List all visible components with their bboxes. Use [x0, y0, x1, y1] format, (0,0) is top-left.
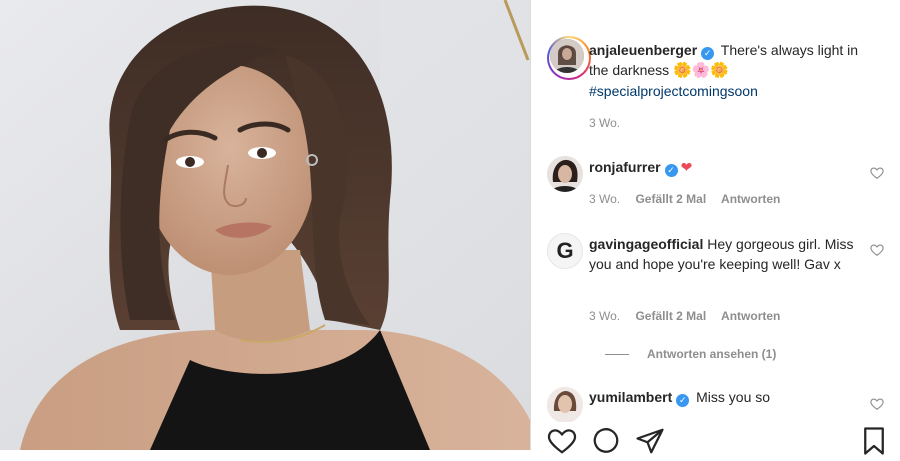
comment-icon[interactable]: [591, 426, 621, 456]
comment-avatar-yumilambert[interactable]: [547, 387, 583, 423]
share-icon[interactable]: [635, 426, 665, 456]
comment-meta: 3 Wo. Gefällt 2 Mal Antworten: [589, 309, 792, 323]
comment-username[interactable]: yumilambert: [589, 389, 672, 405]
comment-avatar-ronjafurrer[interactable]: [547, 156, 583, 192]
comment-text: Miss you so: [696, 389, 771, 405]
comment-avatar-gavingageofficial[interactable]: G: [547, 233, 583, 269]
view-replies-button[interactable]: Antworten ansehen (1): [605, 347, 776, 361]
avatar-letter: G: [556, 238, 574, 263]
verified-badge-icon: ✓: [701, 47, 715, 60]
portrait-image: [0, 0, 530, 450]
post-caption: anjaleuenberger ✓ There's always light in…: [589, 40, 870, 101]
comments-panel: anjaleuenberger ✓ There's always light in…: [531, 0, 900, 450]
comment-likes[interactable]: Gefällt 2 Mal: [635, 309, 706, 323]
heart-icon[interactable]: [547, 426, 577, 456]
comment-reply-button[interactable]: Antworten: [721, 309, 780, 323]
comment-time[interactable]: 3 Wo.: [589, 192, 620, 206]
verified-badge-icon: ✓: [676, 394, 690, 407]
post-time[interactable]: 3 Wo.: [589, 116, 620, 130]
comment-like-heart-icon[interactable]: [870, 397, 884, 411]
caption-hashtag[interactable]: #specialprojectcomingsoon: [589, 83, 758, 99]
bookmark-icon[interactable]: [859, 426, 889, 456]
comment-username[interactable]: ronjafurrer: [589, 159, 661, 175]
view-replies-label: Antworten ansehen (1): [647, 347, 777, 361]
comment-likes[interactable]: Gefällt 2 Mal: [635, 192, 706, 206]
verified-badge-icon: ✓: [664, 164, 678, 177]
comment-like-heart-icon[interactable]: [870, 243, 884, 257]
comment-ronjafurrer: ronjafurrer ✓ ❤: [589, 157, 870, 177]
post-meta: 3 Wo.: [589, 116, 632, 130]
comment-meta: 3 Wo. Gefällt 2 Mal Antworten: [589, 192, 792, 206]
comment-emoji: ❤: [680, 159, 693, 175]
post-photo[interactable]: [0, 0, 530, 450]
comment-reply-button[interactable]: Antworten: [721, 192, 780, 206]
comment-yumilambert: yumilambert ✓ Miss you so: [589, 387, 870, 407]
author-avatar[interactable]: [547, 36, 591, 80]
replies-divider-line: [605, 354, 629, 356]
comment-like-heart-icon[interactable]: [870, 166, 884, 180]
author-username[interactable]: anjaleuenberger: [589, 42, 697, 58]
comment-gavingageofficial: gavingageofficial Hey gorgeous girl. Mis…: [589, 234, 870, 274]
post-action-bar: [531, 422, 900, 455]
caption-emojis: 🌼🌸🌼: [673, 62, 730, 79]
comment-time[interactable]: 3 Wo.: [589, 309, 620, 323]
comment-username[interactable]: gavingageofficial: [589, 236, 703, 252]
